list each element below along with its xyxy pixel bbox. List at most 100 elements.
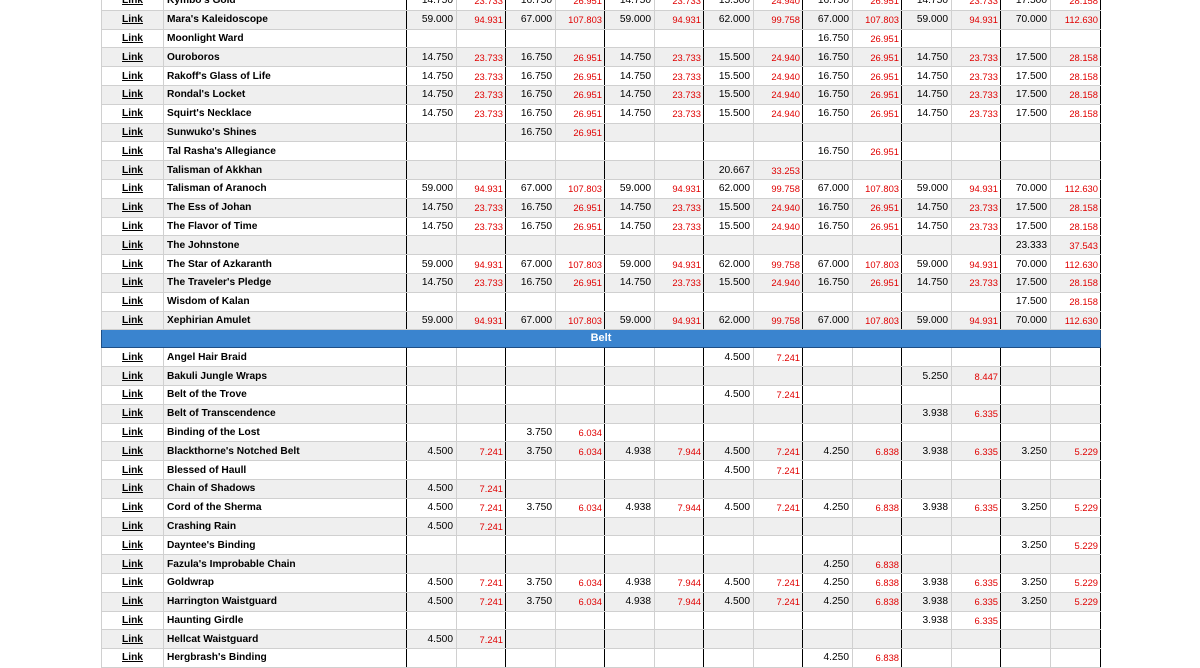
item-link[interactable]: Link	[101, 103, 164, 124]
value-cell	[802, 610, 853, 631]
value-cell: 17.500	[1000, 272, 1051, 293]
item-link[interactable]: Link	[101, 554, 164, 574]
scaled-value-cell: 24.940	[753, 47, 803, 68]
item-link[interactable]: Link	[101, 422, 164, 443]
table-row: Link The Ess of Johan 14.750 23.733 16.750 26…	[101, 197, 1101, 218]
scaled-value-cell: 26.951	[852, 103, 902, 124]
value-cell: 16.750	[802, 141, 853, 162]
scaled-value-cell: 8.447	[951, 366, 1001, 386]
item-link[interactable]: Link	[101, 122, 164, 143]
item-link[interactable]: Link	[101, 403, 164, 424]
item-link[interactable]: Link	[101, 216, 164, 237]
item-name: Crashing Rain	[163, 516, 407, 537]
item-link[interactable]: Link	[101, 291, 164, 312]
item-link[interactable]: Link	[101, 384, 164, 405]
value-cell	[1000, 384, 1051, 405]
scaled-value-cell	[654, 478, 704, 499]
item-link[interactable]: Link	[101, 648, 164, 668]
scaled-value-cell: 6.335	[951, 497, 1001, 518]
value-cell: 15.500	[703, 66, 754, 86]
item-link[interactable]: Link	[101, 0, 164, 11]
scaled-value-cell: 23.733	[951, 103, 1001, 124]
value-cell: 14.750	[406, 272, 457, 293]
scaled-value-cell: 23.733	[456, 103, 506, 124]
value-cell: 14.750	[406, 47, 457, 68]
value-cell	[604, 516, 655, 537]
item-link[interactable]: Link	[101, 460, 164, 480]
value-cell	[406, 460, 457, 480]
scaled-value-cell: 94.931	[951, 310, 1001, 331]
item-link[interactable]: Link	[101, 497, 164, 518]
value-cell	[406, 141, 457, 162]
value-cell	[604, 291, 655, 312]
value-cell: 59.000	[901, 178, 952, 199]
value-cell: 4.250	[802, 591, 853, 612]
item-link[interactable]: Link	[101, 254, 164, 274]
scaled-value-cell: 26.951	[852, 141, 902, 162]
scaled-value-cell	[654, 535, 704, 556]
scaled-value-cell	[852, 403, 902, 424]
item-link[interactable]: Link	[101, 66, 164, 86]
value-cell	[505, 291, 556, 312]
item-link[interactable]: Link	[101, 272, 164, 293]
value-cell: 17.500	[1000, 103, 1051, 124]
item-link[interactable]: Link	[101, 9, 164, 30]
item-link[interactable]: Link	[101, 478, 164, 499]
item-link[interactable]: Link	[101, 516, 164, 537]
value-cell: 4.938	[604, 572, 655, 593]
scaled-value-cell	[852, 629, 902, 650]
item-link[interactable]: Link	[101, 572, 164, 593]
item-link[interactable]: Link	[101, 197, 164, 218]
table-row: Link Harrington Waistguard 4.500 7.241 3.750…	[101, 591, 1101, 612]
scaled-value-cell: 7.241	[753, 384, 803, 405]
item-link[interactable]: Link	[101, 366, 164, 386]
scaled-value-cell: 112.630	[1050, 310, 1101, 331]
item-link[interactable]: Link	[101, 629, 164, 650]
scaled-value-cell: 23.733	[654, 66, 704, 86]
scaled-value-cell	[654, 629, 704, 650]
value-cell: 16.750	[505, 272, 556, 293]
item-link[interactable]: Link	[101, 141, 164, 162]
item-link[interactable]: Link	[101, 441, 164, 462]
value-cell: 70.000	[1000, 310, 1051, 331]
scaled-value-cell: 26.951	[555, 216, 605, 237]
value-cell	[1000, 347, 1051, 368]
scaled-value-cell: 6.838	[852, 648, 902, 668]
item-link[interactable]: Link	[101, 610, 164, 631]
value-cell: 3.750	[505, 572, 556, 593]
scaled-value-cell	[951, 141, 1001, 162]
item-link[interactable]: Link	[101, 28, 164, 49]
value-cell: 17.500	[1000, 216, 1051, 237]
scaled-value-cell: 37.543	[1050, 235, 1101, 256]
item-link[interactable]: Link	[101, 160, 164, 180]
value-cell: 17.500	[1000, 84, 1051, 105]
item-link[interactable]: Link	[101, 347, 164, 368]
scaled-value-cell	[852, 516, 902, 537]
value-cell: 67.000	[802, 254, 853, 274]
item-name: The Ess of Johan	[163, 197, 407, 218]
scaled-value-cell	[951, 554, 1001, 574]
value-cell	[1000, 403, 1051, 424]
item-link[interactable]: Link	[101, 591, 164, 612]
scaled-value-cell	[1050, 610, 1101, 631]
value-cell: 14.750	[604, 0, 655, 11]
scaled-value-cell: 23.733	[654, 84, 704, 105]
scaled-value-cell	[852, 422, 902, 443]
value-cell: 4.500	[406, 591, 457, 612]
scaled-value-cell	[555, 535, 605, 556]
value-cell: 16.750	[505, 216, 556, 237]
item-link[interactable]: Link	[101, 47, 164, 68]
scaled-value-cell: 6.838	[852, 572, 902, 593]
scaled-value-cell	[456, 366, 506, 386]
item-link[interactable]: Link	[101, 178, 164, 199]
scaled-value-cell	[555, 235, 605, 256]
item-link[interactable]: Link	[101, 310, 164, 331]
table-row: Link Crashing Rain 4.500 7.241	[101, 516, 1101, 537]
item-link[interactable]: Link	[101, 235, 164, 256]
item-link[interactable]: Link	[101, 84, 164, 105]
item-link[interactable]: Link	[101, 535, 164, 556]
value-cell: 16.750	[802, 272, 853, 293]
scaled-value-cell	[456, 460, 506, 480]
scaled-value-cell: 7.944	[654, 591, 704, 612]
table-row: Link The Star of Azkaranth 59.000 94.931 67.…	[101, 254, 1101, 274]
